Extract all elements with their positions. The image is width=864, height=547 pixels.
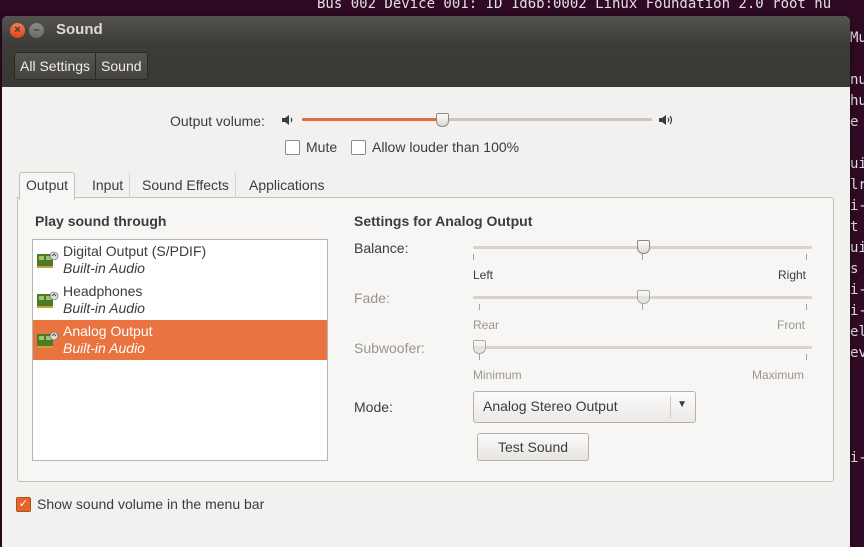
terminal-top-line: Bus 002 Device 001: ID 1d6b:0002 Linux F… [317,0,832,12]
minimize-button[interactable]: – [29,23,44,38]
device-item-analog-output[interactable]: Analog Output Built-in Audio [33,320,327,360]
balance-tick-center [642,254,643,260]
window-title: Sound [56,21,103,38]
play-sound-through-title: Play sound through [35,213,167,229]
balance-label: Balance: [354,240,409,256]
close-button[interactable]: × [10,23,25,38]
test-sound-button[interactable]: Test Sound [477,433,589,461]
show-in-menubar-label: Show sound volume in the menu bar [37,496,265,512]
output-device-list: Digital Output (S/PDIF) Built-in Audio H… [32,239,328,461]
subwoofer-tick-right [806,354,807,360]
sound-card-icon [37,290,59,310]
device-name: Analog Output [63,323,153,339]
subwoofer-label: Subwoofer: [354,340,425,356]
device-name: Headphones [63,283,143,299]
balance-right-label: Right [778,268,807,282]
mode-label: Mode: [354,399,393,415]
speaker-low-icon [281,113,295,130]
fade-front-label: Front [777,318,806,332]
device-item-digital-output[interactable]: Digital Output (S/PDIF) Built-in Audio [33,240,327,280]
settings-title: Settings for Analog Output [354,213,533,229]
mute-label: Mute [306,139,338,155]
balance-left-label: Left [473,268,494,282]
allow-louder-label: Allow louder than 100% [372,139,520,155]
subwoofer-min-label: Minimum [473,368,522,382]
dropdown-separator [670,396,671,418]
mode-selected-value: Analog Stereo Output [483,398,618,414]
titlebar: × – Sound [2,16,850,44]
device-subtitle: Built-in Audio [63,260,145,276]
device-item-headphones[interactable]: Headphones Built-in Audio [33,280,327,320]
subwoofer-slider-handle [473,340,486,354]
mute-checkbox[interactable] [285,140,300,155]
terminal-right-column: Mu nu hu e ui lr i- t ui s i- i- el ev i… [850,30,864,466]
chevron-down-icon: ▼ [677,399,687,410]
balance-slider-handle[interactable] [636,240,650,254]
allow-louder-checkbox[interactable] [351,140,366,155]
speaker-high-icon [658,113,674,130]
subwoofer-max-label: Maximum [752,368,805,382]
mode-dropdown[interactable]: Analog Stereo Output ▼ [473,391,696,423]
device-name: Digital Output (S/PDIF) [63,243,207,259]
tab-sound-effects[interactable]: Sound Effects [136,173,236,198]
device-subtitle: Built-in Audio [63,340,145,356]
fade-label: Fade: [354,290,390,306]
fade-tick-left [479,304,480,310]
volume-level-fill [302,118,442,121]
volume-slider-handle[interactable] [436,113,449,127]
tab-input[interactable]: Input [86,173,131,198]
output-volume-slider[interactable] [302,118,652,121]
subwoofer-tick-left [479,354,480,360]
sound-card-icon [37,330,59,350]
breadcrumb-sound[interactable]: Sound [96,53,146,79]
balance-tick-left [473,254,474,260]
device-subtitle: Built-in Audio [63,300,145,316]
breadcrumb-all-settings[interactable]: All Settings [15,53,97,79]
toolbar: All Settings Sound [2,44,850,87]
sound-card-icon [37,250,59,270]
subwoofer-slider [473,346,812,349]
fade-tick-right [806,304,807,310]
fade-tick-center [642,304,643,310]
output-volume-label: Output volume: [170,113,265,129]
tab-applications[interactable]: Applications [243,173,331,198]
breadcrumb: All Settings Sound [14,52,148,80]
tab-output[interactable]: Output [19,172,76,200]
show-in-menubar-checkbox[interactable]: ✓ [16,497,31,512]
fade-slider-handle [636,290,650,304]
fade-rear-label: Rear [473,318,500,332]
balance-tick-right [806,254,807,260]
